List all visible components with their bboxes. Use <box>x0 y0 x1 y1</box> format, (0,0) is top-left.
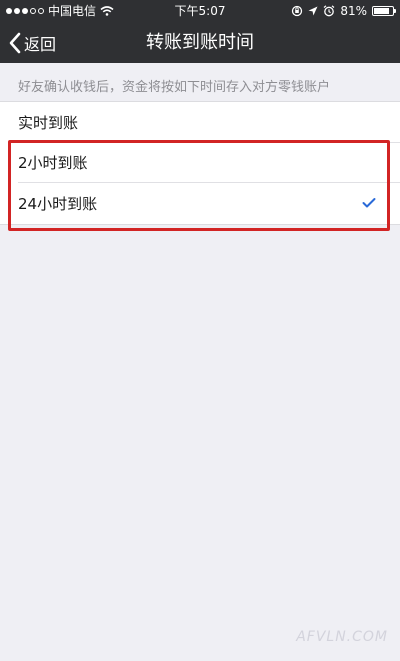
battery-percent: 81% <box>340 4 367 18</box>
option-realtime[interactable]: 实时到账 <box>0 102 400 142</box>
rotation-lock-icon <box>292 5 303 17</box>
status-right: 81% <box>291 3 396 19</box>
option-2-hours[interactable]: 2小时到账 <box>0 142 400 182</box>
watermark: AFVLN.COM <box>296 629 388 645</box>
option-label: 24小时到账 <box>18 194 98 213</box>
nav-bar: 转账到账时间 返回 <box>0 22 400 63</box>
option-24-hours[interactable]: 24小时到账 <box>0 182 400 224</box>
screen: 中国电信 下午5:07 81% 转账到账时间 返回 好友确认收钱后，资金将按如下… <box>0 0 400 661</box>
battery-icon <box>372 6 396 16</box>
option-label: 2小时到账 <box>18 153 88 172</box>
location-arrow-icon <box>308 6 318 16</box>
alarm-icon <box>323 5 335 17</box>
checkmark-icon <box>362 198 376 208</box>
section-hint: 好友确认收钱后，资金将按如下时间存入对方零钱账户 <box>18 80 331 95</box>
option-label: 实时到账 <box>18 113 79 132</box>
chevron-left-icon <box>9 32 21 53</box>
back-button-label: 返回 <box>24 34 57 54</box>
status-bar: 中国电信 下午5:07 81% <box>0 0 400 22</box>
back-button[interactable]: 返回 <box>8 22 56 63</box>
page-title: 转账到账时间 <box>146 32 254 53</box>
option-list: 实时到账 2小时到账 24小时到账 <box>0 101 400 225</box>
